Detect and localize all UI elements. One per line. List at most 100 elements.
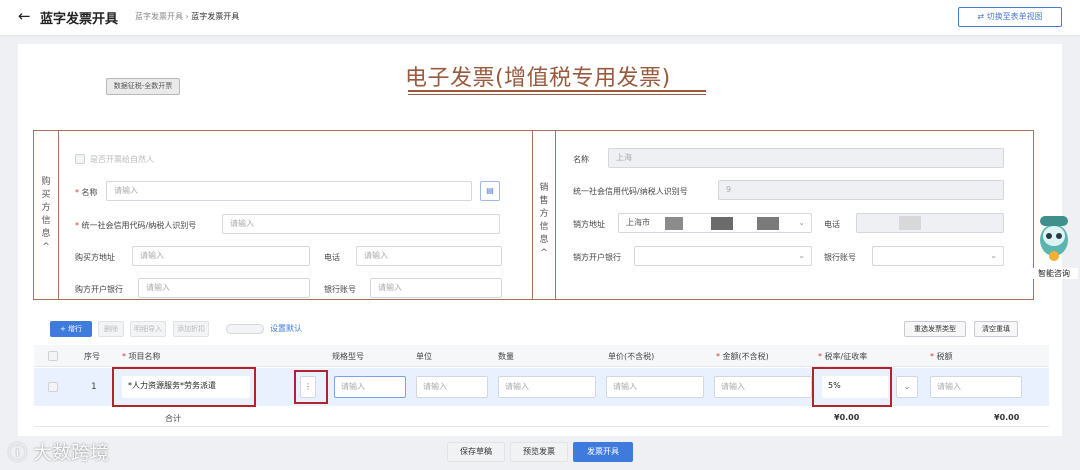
tax-input[interactable]: 请输入 [930,376,1022,398]
address-book-icon: ▤ [486,186,494,195]
buyer-address-label: 购买方地址 [75,253,115,262]
table-header [34,345,1049,367]
breadcrumb-current: 蓝字发票开具 [191,12,240,21]
seller-phone-label: 电话 [824,220,840,229]
buyer-bank-label: 购方开户银行 [75,285,123,294]
buyer-address-input[interactable]: 请输入 [132,246,310,266]
col-amount: 金额(不含税) [716,351,769,362]
select-all-checkbox[interactable] [48,351,58,361]
seller-address-value: 上海市 [626,218,650,227]
seller-section-label: 销售方信息 [539,183,549,245]
swap-icon: ⇄ [977,12,987,21]
col-tax: 税额 [930,351,953,362]
assistant-avatar-icon [1040,216,1068,261]
buyer-account-label: 银行账号 [324,285,356,294]
set-default-link[interactable]: 设置默认 [270,323,302,334]
switch-view-button[interactable]: ⇄ 切换至表单视图 [958,7,1062,27]
buyer-name-input[interactable]: 请输入 [106,181,472,201]
seller-address-label: 销方地址 [573,220,605,229]
top-bar: ← 蓝字发票开具 蓝字发票开具 › 蓝字发票开具 ⇄ 切换至表单视图 [0,0,1080,36]
redacted-block [757,217,779,230]
col-quantity: 数量 [498,352,514,361]
seller-taxid-input[interactable]: 9 [718,180,1004,200]
seller-account-select[interactable]: ⌄ [872,246,1004,266]
col-spec: 规格型号 [332,352,364,361]
invoice-title: 电子发票(增值税专用发票) [405,66,671,91]
assistant-label: 智能咨询 [1030,268,1078,279]
natural-person-checkbox[interactable] [75,154,85,164]
total-tax: ¥0.00 [994,413,1020,422]
chevron-down-icon: ⌄ [903,382,911,391]
plus-icon: + [59,325,69,333]
highlight-more-button [294,370,328,404]
redacted-block [665,217,683,230]
seller-account-label: 银行账号 [824,253,856,262]
spec-input[interactable]: 请输入 [334,376,406,398]
total-amount: ¥0.00 [834,413,860,422]
collapse-icon[interactable]: ^ [540,248,548,258]
back-arrow-icon[interactable]: ← [18,7,31,25]
seller-section-title: 销售方信息 ^ [533,182,555,260]
invoice-mode-badge: 数据征税-全数开票 [106,78,180,95]
buyer-section-label: 购买方信息 [41,177,51,239]
seller-name-label: 名称 [573,155,589,164]
seller-address-select[interactable]: 上海市 ⌄ [618,213,812,233]
seller-label-divider [555,130,556,300]
reselect-type-button[interactable]: 重选发票类型 [904,321,966,337]
chevron-down-icon: ⌄ [990,251,997,260]
highlight-tax-rate [812,367,892,407]
seller-bank-label: 销方开户银行 [573,253,621,262]
row-index: 1 [91,382,97,392]
total-label: 合计 [165,414,181,423]
chevron-down-icon: ⌄ [798,218,805,227]
col-index: 序号 [84,352,100,361]
buyer-taxid-input[interactable]: 请输入 [222,214,500,234]
add-row-label: 增行 [68,325,83,333]
title-underline [408,90,706,92]
watermark-text: 大数跨境 [33,442,110,464]
redacted-block [711,217,733,230]
invoice-card: 数据征税-全数开票 电子发票(增值税专用发票) 购买方信息 ^ 是否开票给自然人… [18,44,1062,436]
tax-rate-dropdown[interactable]: ⌄ [896,376,918,398]
amount-input[interactable]: 请输入 [714,376,812,398]
buyer-phone-input[interactable]: 请输入 [356,246,502,266]
col-item-name: 项目名称 [122,351,161,362]
unit-input[interactable]: 请输入 [416,376,488,398]
chevron-down-icon: ⌄ [798,251,805,260]
buyer-name-label: 名称 [75,187,98,198]
smart-assistant-widget[interactable]: 智能咨询 [1030,210,1078,286]
delete-row-button[interactable]: 删除 [98,321,124,337]
collapse-icon[interactable]: ^ [42,242,50,252]
import-details-button[interactable]: 明细导入 [130,321,166,337]
seller-name-input[interactable]: 上海 [608,148,1004,168]
col-unit-price: 单价(不含税) [608,352,655,361]
buyer-lookup-button[interactable]: ▤ [480,181,500,201]
table-bottom-divider [34,426,1049,427]
add-row-button[interactable]: + 增行 [50,321,92,337]
buyer-section-title: 购买方信息 ^ [35,176,57,254]
buyer-phone-label: 电话 [324,253,340,262]
add-discount-button[interactable]: 添加折扣 [173,321,209,337]
watermark-logo-icon: ⓘ [8,442,34,464]
save-draft-button[interactable]: 保存草稿 [447,442,505,462]
col-unit: 单位 [416,352,432,361]
buyer-bank-input[interactable]: 请输入 [138,278,310,298]
highlight-item-name [112,367,256,407]
title-underline-thin [408,94,706,95]
preview-button[interactable]: 预览发票 [510,442,568,462]
row-checkbox[interactable] [48,382,58,392]
seller-phone-input[interactable] [856,213,1004,233]
issue-invoice-button[interactable]: 发票开具 [573,442,633,462]
quantity-input[interactable]: 请输入 [498,376,596,398]
default-toggle[interactable] [226,324,264,334]
breadcrumb-item[interactable]: 蓝字发票开具 [135,12,183,21]
buyer-label-divider [58,130,59,300]
breadcrumb: 蓝字发票开具 › 蓝字发票开具 [135,11,239,22]
seller-taxid-label: 统一社会信用代码/纳税人识别号 [573,187,688,196]
unit-price-input[interactable]: 请输入 [606,376,704,398]
seller-bank-select[interactable]: ⌄ [634,246,812,266]
buyer-account-input[interactable]: 请输入 [370,278,502,298]
clear-button[interactable]: 清空重填 [974,321,1018,337]
buyer-taxid-label: 统一社会信用代码/纳税人识别号 [75,220,197,231]
page-title: 蓝字发票开具 [40,12,119,27]
